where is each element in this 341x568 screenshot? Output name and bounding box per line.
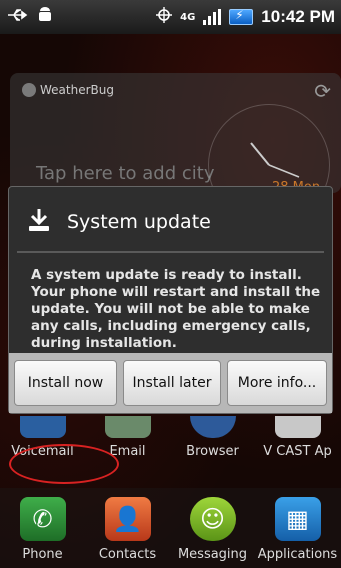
status-right: 4G 10:42 PM bbox=[156, 7, 335, 27]
weatherbug-icon bbox=[22, 83, 36, 97]
app-applications[interactable]: ▦ Applications bbox=[255, 497, 340, 562]
app-label: Contacts bbox=[98, 547, 157, 562]
refresh-icon[interactable]: ⟳ bbox=[314, 79, 331, 103]
app-label: Messaging bbox=[177, 547, 248, 562]
app-contacts[interactable]: 👤 Contacts bbox=[85, 497, 170, 562]
android-debug-icon bbox=[38, 6, 52, 28]
weatherbug-brand: WeatherBug bbox=[40, 83, 114, 97]
app-vcast[interactable]: V CAST Ap bbox=[255, 416, 340, 459]
dialog-title: System update bbox=[67, 211, 211, 233]
cart-icon bbox=[274, 416, 321, 438]
app-label: Browser bbox=[186, 444, 239, 459]
app-messaging[interactable]: ☺ Messaging bbox=[170, 497, 255, 562]
email-icon bbox=[104, 416, 151, 438]
applications-grid-icon: ▦ bbox=[274, 497, 321, 541]
browser-icon bbox=[189, 416, 236, 438]
dialog-header: System update bbox=[9, 187, 332, 241]
add-city-prompt[interactable]: Tap here to add city bbox=[36, 163, 214, 184]
weatherbug-logo: WeatherBug bbox=[22, 83, 114, 97]
download-icon bbox=[27, 207, 51, 237]
more-info-button[interactable]: More info... bbox=[227, 360, 327, 406]
gps-icon bbox=[156, 7, 173, 27]
clock-time: 10:42 PM bbox=[261, 7, 335, 26]
contacts-icon: 👤 bbox=[104, 497, 151, 541]
signal-icon bbox=[203, 9, 222, 25]
status-left bbox=[6, 6, 52, 28]
dock-row: ✆ Phone 👤 Contacts ☺ Messaging ▦ Applica… bbox=[0, 497, 341, 562]
app-browser[interactable]: Browser bbox=[170, 416, 255, 459]
system-update-dialog: System update A system update is ready t… bbox=[8, 186, 333, 414]
install-now-button[interactable]: Install now bbox=[14, 360, 117, 406]
app-phone[interactable]: ✆ Phone bbox=[0, 497, 85, 562]
status-bar: 4G 10:42 PM bbox=[0, 0, 341, 34]
dialog-message: A system update is ready to install. You… bbox=[31, 267, 321, 351]
app-label: V CAST Ap bbox=[263, 444, 332, 459]
messaging-icon: ☺ bbox=[189, 497, 236, 541]
app-label: Phone bbox=[22, 547, 63, 562]
app-label: Applications bbox=[257, 547, 338, 562]
battery-charging-icon bbox=[229, 8, 254, 25]
usb-icon bbox=[6, 7, 30, 27]
network-type: 4G bbox=[180, 11, 196, 23]
voicemail-icon bbox=[19, 416, 66, 438]
install-later-button[interactable]: Install later bbox=[123, 360, 221, 406]
install-now-highlight-circle bbox=[9, 444, 119, 484]
phone-icon: ✆ bbox=[19, 497, 66, 541]
dialog-button-bar: Install now Install later More info... bbox=[9, 353, 332, 413]
